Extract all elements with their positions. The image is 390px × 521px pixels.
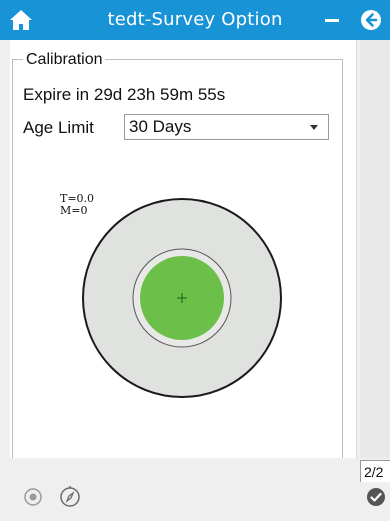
title-bar: tedt-Survey Option bbox=[0, 0, 390, 40]
back-arrow-icon[interactable] bbox=[360, 9, 382, 31]
compass-icon[interactable] bbox=[58, 484, 82, 508]
side-pane bbox=[360, 40, 390, 458]
age-limit-value: 30 Days bbox=[129, 117, 192, 136]
expire-countdown: Expire in 29d 23h 59m 55s bbox=[23, 85, 226, 104]
check-circle-icon[interactable] bbox=[366, 487, 386, 507]
age-limit-label: Age Limit bbox=[23, 118, 94, 137]
chevron-down-icon bbox=[310, 125, 318, 130]
calibration-legend: Calibration bbox=[23, 50, 106, 70]
target-icon[interactable] bbox=[22, 486, 44, 508]
calibration-gauge bbox=[80, 196, 284, 400]
home-icon[interactable] bbox=[8, 8, 34, 32]
survey-option-window: tedt-Survey Option Calibration Expire in… bbox=[0, 0, 390, 521]
page-indicator: 2/2 bbox=[360, 460, 390, 482]
minimize-icon[interactable] bbox=[322, 10, 342, 30]
age-limit-select[interactable]: 30 Days bbox=[124, 114, 329, 140]
